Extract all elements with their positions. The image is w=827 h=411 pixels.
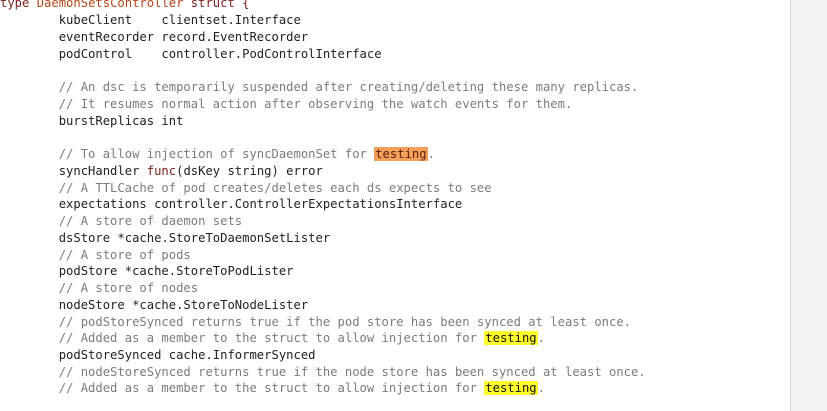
search-highlight: testing: [484, 331, 538, 345]
search-highlight-current: testing: [374, 147, 428, 161]
comment-text: .: [427, 147, 435, 161]
comment-text: .: [537, 331, 545, 345]
code-line-struct-header: type DaemonSetsController struct {: [0, 0, 250, 12]
code-comment: // A store of daemon sets: [0, 214, 243, 228]
code-line: kubeClient clientset.Interface: [0, 13, 301, 27]
keyword-func: func: [146, 164, 177, 178]
code-comment: // Added as a member to the struct to al…: [0, 380, 545, 397]
comment-text: .: [537, 381, 545, 395]
keyword-type: type: [0, 0, 30, 10]
burst-replicas-field: burstReplicas int: [0, 114, 184, 128]
code-comment: // A store of nodes: [0, 281, 199, 295]
code-line: podStore *cache.StoreToPodLister: [0, 264, 294, 278]
code-line: dsStore *cache.StoreToDaemonSetLister: [0, 231, 331, 245]
comment-text: // To allow injection of syncDaemonSet f…: [0, 147, 375, 161]
code-comment: // nodeStoreSynced returns true if the n…: [0, 365, 646, 379]
code-comment: // Added as a member to the struct to al…: [0, 330, 545, 347]
comment-text: // Added as a member to the struct to al…: [0, 381, 485, 395]
comment-text: // Added as a member to the struct to al…: [0, 331, 485, 345]
code-line: burstReplicas int: [0, 113, 184, 130]
code-comment: // It resumes normal action after observ…: [0, 97, 573, 111]
code-line: expectations controller.ControllerExpect…: [0, 197, 463, 211]
code-comment: // A store of pods: [0, 248, 191, 262]
code-view: type DaemonSetsController struct { kubeC…: [0, 0, 791, 411]
code-comment: // An dsc is temporarily suspended after…: [0, 80, 639, 94]
code-line: syncHandler func(dsKey string) error: [0, 163, 323, 180]
code-comment: // podStoreSynced returns true if the po…: [0, 315, 632, 329]
code-comment: // To allow injection of syncDaemonSet f…: [0, 146, 435, 163]
code-comment: // A TTLCache of pod creates/deletes eac…: [0, 181, 492, 195]
func-signature: (dsKey string) error: [176, 164, 323, 178]
code-line: nodeStore *cache.StoreToNodeLister: [0, 298, 309, 312]
field-name: syncHandler: [0, 164, 147, 178]
code-line: podControl controller.PodControlInterfac…: [0, 47, 382, 61]
keyword-struct: struct {: [190, 0, 250, 10]
code-line: eventRecorder record.EventRecorder: [0, 30, 309, 44]
struct-name: DaemonSetsController: [36, 0, 184, 10]
code-line: podStoreSynced cache.InformerSynced: [0, 348, 316, 362]
search-highlight: testing: [484, 381, 538, 395]
